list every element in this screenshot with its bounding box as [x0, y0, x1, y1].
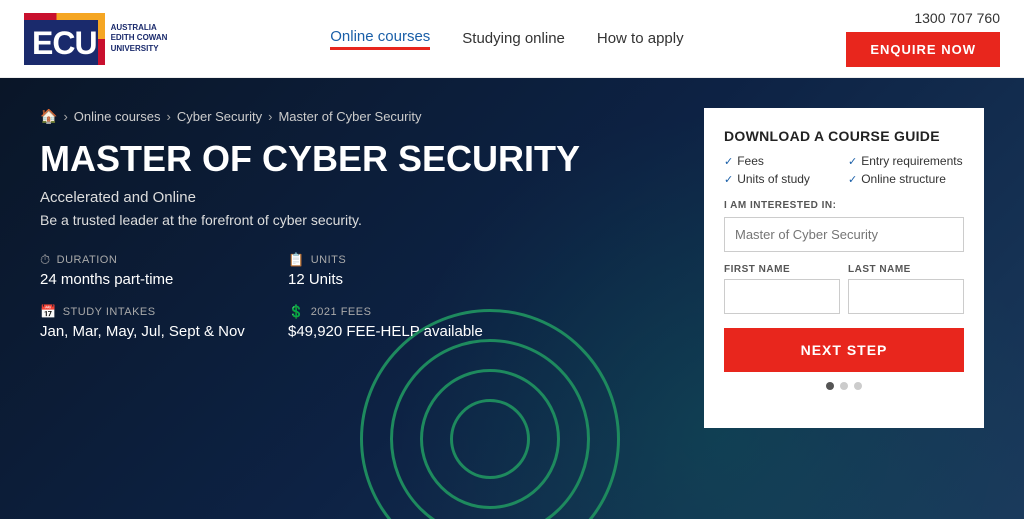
units-label: 📋 UNITS: [288, 252, 520, 268]
check-icon-entry: ✓: [848, 155, 857, 168]
feature-units: ✓ Units of study: [724, 172, 840, 186]
dollar-icon: 💲: [288, 304, 305, 320]
guide-panel: DOWNLOAD A COURSE GUIDE ✓ Fees ✓ Entry r…: [704, 108, 984, 428]
header-right: 1300 707 760 ENQUIRE NOW: [846, 10, 1000, 67]
duration-value: 24 months part-time: [40, 271, 272, 288]
clock-icon: ⏱: [40, 252, 51, 268]
feature-fees: ✓ Fees: [724, 154, 840, 168]
duration-label: ⏱ DURATION: [40, 252, 272, 268]
breadcrumb-current: Master of Cyber Security: [278, 109, 421, 124]
feature-online: ✓ Online structure: [848, 172, 964, 186]
breadcrumb-online-courses[interactable]: Online courses: [74, 109, 161, 124]
phone-number: 1300 707 760: [914, 10, 1000, 26]
dot-2[interactable]: [840, 382, 848, 390]
units-value: 12 Units: [288, 271, 520, 288]
feature-entry: ✓ Entry requirements: [848, 154, 964, 168]
breadcrumb: 🏠 › Online courses › Cyber Security › Ma…: [40, 108, 704, 125]
hero-content: 🏠 › Online courses › Cyber Security › Ma…: [40, 108, 704, 489]
duration-item: ⏱ DURATION 24 months part-time: [40, 252, 272, 288]
name-row: FIRST NAME LAST NAME: [724, 264, 964, 314]
breadcrumb-sep-3: ›: [268, 109, 272, 124]
dot-1[interactable]: [826, 382, 834, 390]
check-icon-fees: ✓: [724, 155, 733, 168]
units-item: 📋 UNITS 12 Units: [288, 252, 520, 288]
fees-item: 💲 2021 FEES $49,920 FEE-HELP available: [288, 304, 520, 340]
ecu-logo: ECU: [24, 13, 105, 65]
breadcrumb-sep-1: ›: [63, 109, 67, 124]
hero-description: Be a trusted leader at the forefront of …: [40, 212, 704, 228]
home-icon: 🏠: [40, 108, 57, 125]
units-icon: 📋: [288, 252, 305, 268]
first-name-input[interactable]: [724, 279, 840, 314]
header: ECU AUSTRALIA EDITH COWAN UNIVERSITY Onl…: [0, 0, 1024, 78]
features-grid: ✓ Fees ✓ Entry requirements ✓ Units of s…: [724, 154, 964, 186]
intakes-item: 📅 STUDY INTAKES Jan, Mar, May, Jul, Sept…: [40, 304, 272, 340]
logo-subtitle: AUSTRALIA EDITH COWAN UNIVERSITY: [111, 23, 168, 54]
interested-label: I AM INTERESTED IN:: [724, 200, 964, 211]
dot-3[interactable]: [854, 382, 862, 390]
logo-acronym: ECU: [32, 19, 97, 59]
interested-input[interactable]: [724, 217, 964, 252]
pagination-dots: [724, 382, 964, 390]
intakes-value: Jan, Mar, May, Jul, Sept & Nov: [40, 323, 272, 340]
first-name-col: FIRST NAME: [724, 264, 840, 314]
nav-studying-online[interactable]: Studying online: [462, 30, 565, 47]
hero-section: 🏠 › Online courses › Cyber Security › Ma…: [0, 78, 1024, 519]
hero-subtitle: Accelerated and Online: [40, 189, 704, 206]
fees-label: 💲 2021 FEES: [288, 304, 520, 320]
next-step-button[interactable]: NEXT STEP: [724, 328, 964, 372]
info-grid: ⏱ DURATION 24 months part-time 📋 UNITS 1…: [40, 252, 520, 340]
main-nav: Online courses Studying online How to ap…: [330, 28, 683, 50]
last-name-label: LAST NAME: [848, 264, 964, 275]
calendar-icon: 📅: [40, 304, 57, 320]
guide-title: DOWNLOAD A COURSE GUIDE: [724, 128, 964, 144]
nav-how-to-apply[interactable]: How to apply: [597, 30, 684, 47]
logo-side-bar: [98, 13, 105, 65]
nav-online-courses[interactable]: Online courses: [330, 28, 430, 50]
last-name-input[interactable]: [848, 279, 964, 314]
page-title: MASTER OF CYBER SECURITY: [40, 139, 704, 179]
fees-value: $49,920 FEE-HELP available: [288, 323, 520, 340]
check-icon-units: ✓: [724, 173, 733, 186]
intakes-label: 📅 STUDY INTAKES: [40, 304, 272, 320]
check-icon-online: ✓: [848, 173, 857, 186]
last-name-col: LAST NAME: [848, 264, 964, 314]
first-name-label: FIRST NAME: [724, 264, 840, 275]
enquire-now-button[interactable]: ENQUIRE NOW: [846, 32, 1000, 67]
logo-area: ECU AUSTRALIA EDITH COWAN UNIVERSITY: [24, 13, 167, 65]
breadcrumb-cyber-security[interactable]: Cyber Security: [177, 109, 262, 124]
breadcrumb-sep-2: ›: [167, 109, 171, 124]
